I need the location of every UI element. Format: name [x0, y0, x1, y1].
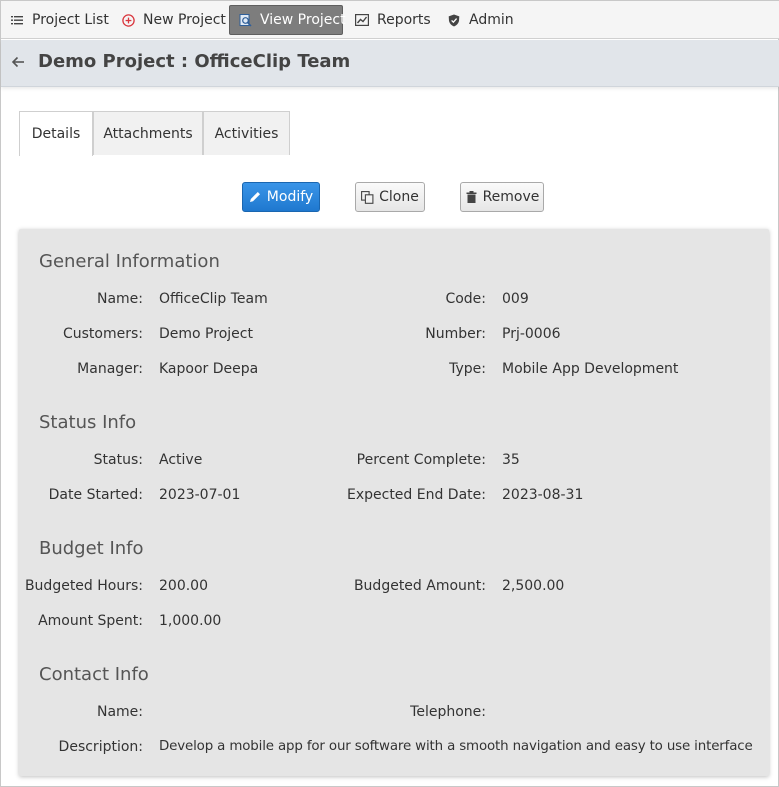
nav-reports[interactable]: Reports: [355, 5, 431, 35]
description-value: Develop a mobile app for our software wi…: [159, 739, 753, 754]
budgeted-amount-label: Budgeted Amount:: [353, 578, 486, 594]
remove-button[interactable]: Remove: [460, 182, 544, 212]
nav-label: Project List: [32, 12, 109, 28]
list-icon: [10, 13, 24, 27]
tab-activities[interactable]: Activities: [203, 111, 290, 155]
page-title: Demo Project : OfficeClip Team: [38, 51, 351, 72]
amount-spent-value: 1,000.00: [159, 613, 222, 629]
nav-label: Admin: [469, 12, 514, 28]
section-title-budget: Budget Info: [39, 538, 144, 559]
clone-label: Clone: [379, 189, 419, 205]
tab-details[interactable]: Details: [19, 111, 93, 156]
section-title-contact: Contact Info: [39, 664, 149, 685]
budgeted-hours-value: 200.00: [159, 578, 208, 594]
nav-new-project[interactable]: New Project: [121, 5, 226, 35]
contact-name-label: Name:: [96, 704, 143, 720]
section-title-status: Status Info: [39, 412, 137, 433]
percent-complete-value: 35: [502, 452, 520, 468]
tab-attachments[interactable]: Attachments: [93, 111, 203, 155]
top-navigation: Project List New Project View Project Re…: [1, 1, 779, 39]
type-label: Type:: [449, 361, 486, 377]
description-label: Description:: [58, 739, 143, 755]
manager-value: Kapoor Deepa: [159, 361, 259, 377]
view-document-icon: [239, 13, 252, 27]
date-started-value: 2023-07-01: [159, 487, 241, 503]
amount-spent-label: Amount Spent:: [38, 613, 143, 629]
name-label: Name:: [96, 291, 143, 307]
section-title-general: General Information: [39, 251, 220, 272]
budgeted-hours-label: Budgeted Hours:: [24, 578, 143, 594]
copy-icon: [361, 190, 374, 204]
customers-value: Demo Project: [159, 326, 253, 342]
manager-label: Manager:: [77, 361, 143, 377]
add-circle-icon: [121, 13, 135, 27]
nav-project-list[interactable]: Project List: [10, 5, 109, 35]
trash-icon: [465, 191, 478, 204]
telephone-label: Telephone:: [410, 704, 486, 720]
remove-label: Remove: [482, 189, 540, 205]
date-started-label: Date Started:: [48, 487, 143, 503]
code-value: 009: [502, 291, 529, 307]
expected-end-date-value: 2023-08-31: [502, 487, 584, 503]
status-value: Active: [159, 452, 203, 468]
modify-button[interactable]: Modify: [242, 182, 320, 212]
code-label: Code:: [445, 291, 486, 307]
back-arrow-icon[interactable]: [10, 54, 26, 70]
shield-icon: [447, 13, 461, 27]
number-value: Prj-0006: [502, 326, 561, 342]
number-label: Number:: [425, 326, 486, 342]
expected-end-date-label: Expected End Date:: [346, 487, 486, 503]
clone-button[interactable]: Clone: [355, 182, 425, 212]
app-window: Project List New Project View Project Re…: [0, 0, 779, 787]
nav-admin[interactable]: Admin: [447, 5, 514, 35]
budgeted-amount-value: 2,500.00: [502, 578, 565, 594]
pencil-icon: [249, 191, 262, 204]
nav-label: View Project: [260, 12, 346, 28]
percent-complete-label: Percent Complete:: [356, 452, 486, 468]
page-header: Demo Project : OfficeClip Team: [1, 40, 779, 87]
nav-label: Reports: [377, 12, 431, 28]
status-label: Status:: [93, 452, 143, 468]
customers-label: Customers:: [62, 326, 143, 342]
details-panel: General Information Name: OfficeClip Tea…: [19, 229, 769, 776]
name-value: OfficeClip Team: [159, 291, 268, 307]
chart-icon: [355, 13, 369, 27]
nav-view-project[interactable]: View Project: [229, 5, 346, 35]
nav-label: New Project: [143, 12, 226, 28]
type-value: Mobile App Development: [502, 361, 679, 377]
modify-label: Modify: [266, 189, 314, 205]
